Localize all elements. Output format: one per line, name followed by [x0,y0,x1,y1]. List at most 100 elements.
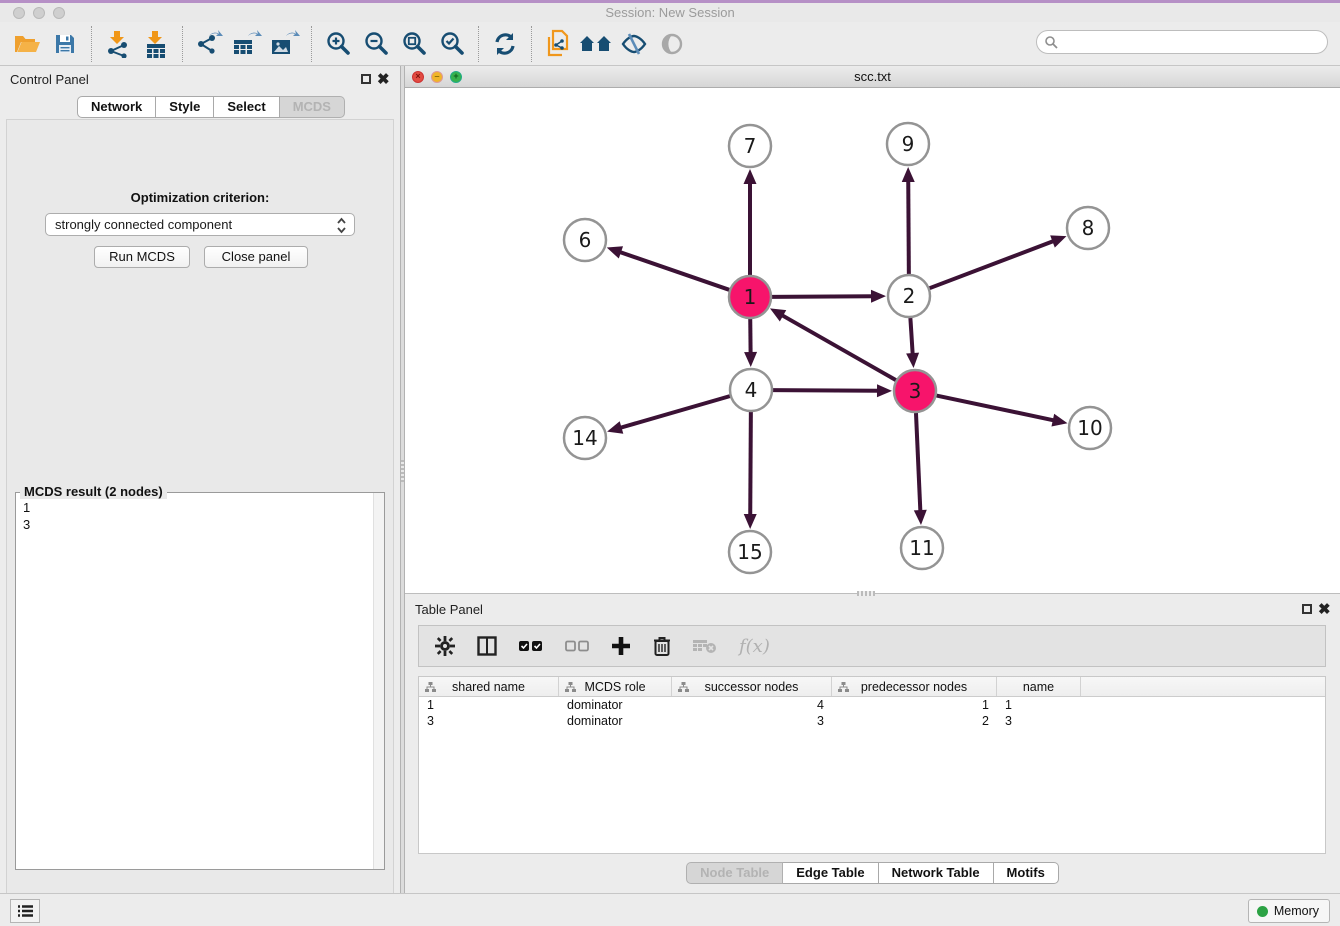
import-network-button[interactable] [101,27,135,61]
network-canvas[interactable]: 7968124314101511 [405,88,1340,594]
zoom-fit-button[interactable] [397,27,431,61]
edge-2-3[interactable] [910,318,912,355]
refresh-layout-button[interactable] [488,27,522,61]
splitter-handle[interactable] [401,460,404,482]
add-column-button[interactable] [611,636,631,656]
column-label: name [1023,680,1054,694]
open-session-button[interactable] [10,27,44,61]
home-networks-icon [579,32,613,56]
table-settings-button[interactable] [435,636,455,656]
select-all-button[interactable] [519,639,543,653]
trash-icon [653,636,671,657]
duplicate-network-button[interactable] [541,27,575,61]
search-icon [1044,35,1058,49]
edge-arrowhead [906,353,919,368]
cell-successor-nodes: 4 [672,697,832,713]
refresh-icon [492,31,518,57]
export-table-button[interactable] [230,27,264,61]
show-all-networks-button[interactable] [579,27,613,61]
criterion-dropdown[interactable]: strongly connected component [45,213,355,236]
edge-3-11[interactable] [916,413,920,512]
tab-mcds[interactable]: MCDS [280,96,345,118]
table-toolbar: f(x) [418,625,1326,667]
float-table-panel-icon[interactable] [1302,604,1312,614]
export-image-button[interactable] [268,27,302,61]
zoom-fit-icon [401,31,427,57]
network-view-window: × – + scc.txt 7968124314101511 [405,66,1340,596]
mcds-result-scrollbar[interactable] [373,493,384,869]
toolbar-separator [311,26,312,62]
float-panel-icon[interactable] [361,74,371,84]
memory-button[interactable]: Memory [1248,899,1330,923]
export-network-icon [195,30,223,58]
tab-edge-table[interactable]: Edge Table [783,862,878,884]
graph-node-label: 14 [572,426,597,450]
column-header-successor-nodes[interactable]: successor nodes [672,677,832,696]
cell-shared-name: 3 [419,713,559,729]
fx-icon: f(x) [739,636,770,657]
close-panel-button[interactable]: Close panel [204,246,308,268]
tab-motifs[interactable]: Motifs [994,862,1059,884]
table-row[interactable]: 3 dominator 3 2 3 [419,713,1325,729]
table-row[interactable]: 1 dominator 4 1 1 [419,697,1325,713]
hide-selected-button[interactable] [617,27,651,61]
edge-arrowhead [871,290,886,303]
edge-3-10[interactable] [937,396,1055,421]
edge-arrowhead [607,246,623,258]
tab-node-table[interactable]: Node Table [686,862,783,884]
show-graphics-details-button[interactable] [655,27,689,61]
task-history-button[interactable] [10,899,40,923]
table-tabs: Node Table Edge Table Network Table Moti… [405,862,1340,884]
column-header-mcds-role[interactable]: MCDS role [559,677,672,696]
edge-4-3[interactable] [773,390,879,391]
tab-network-table[interactable]: Network Table [879,862,994,884]
toolbar-separator [478,26,479,62]
mcds-result-list[interactable]: 1 3 [16,495,373,869]
export-network-button[interactable] [192,27,226,61]
graph-node-label: 11 [909,536,934,560]
mcds-result-item: 1 [23,499,373,516]
toolbar-separator [91,26,92,62]
run-mcds-button[interactable]: Run MCDS [94,246,190,268]
cell-mcds-role: dominator [559,713,672,729]
delete-column-button[interactable] [653,636,671,657]
delete-table-button[interactable] [693,638,717,654]
zoom-out-button[interactable] [359,27,393,61]
edge-2-9[interactable] [908,180,909,274]
edge-3-1[interactable] [781,315,896,380]
deselect-all-button[interactable] [565,639,589,653]
memory-status-dot [1257,906,1268,917]
node-table[interactable]: shared name MCDS role successor nodes pr… [418,676,1326,854]
column-header-name[interactable]: name [997,677,1081,696]
cell-name: 3 [997,713,1081,729]
optimization-criterion-label: Optimization criterion: [7,190,393,205]
edge-2-8[interactable] [930,241,1055,288]
network-graph[interactable]: 7968124314101511 [405,88,1340,594]
zoom-out-icon [363,31,389,57]
edge-4-14[interactable] [620,396,730,428]
gear-icon [435,636,455,656]
zoom-in-button[interactable] [321,27,355,61]
close-panel-icon[interactable]: ✖ [377,70,390,88]
edge-1-6[interactable] [619,252,729,290]
search-input[interactable] [1036,30,1328,54]
table-panel: Table Panel ✖ f(x) [405,596,1340,893]
function-builder-button[interactable]: f(x) [739,636,770,657]
save-session-button[interactable] [48,27,82,61]
split-panel-button[interactable] [477,636,497,656]
hierarchy-icon [678,682,689,692]
edge-4-15[interactable] [750,412,751,516]
zoom-selected-button[interactable] [435,27,469,61]
tab-select[interactable]: Select [214,96,279,118]
column-header-shared-name[interactable]: shared name [419,677,559,696]
status-bar: Memory [0,893,1340,926]
memory-label: Memory [1274,904,1319,918]
close-table-panel-icon[interactable]: ✖ [1318,600,1331,618]
column-header-predecessor-nodes[interactable]: predecessor nodes [832,677,997,696]
network-window-titlebar[interactable]: × – + scc.txt [405,66,1340,88]
import-table-button[interactable] [139,27,173,61]
open-folder-icon [13,32,41,56]
tab-network[interactable]: Network [77,96,156,118]
tab-style[interactable]: Style [156,96,214,118]
edge-1-2[interactable] [772,296,873,297]
